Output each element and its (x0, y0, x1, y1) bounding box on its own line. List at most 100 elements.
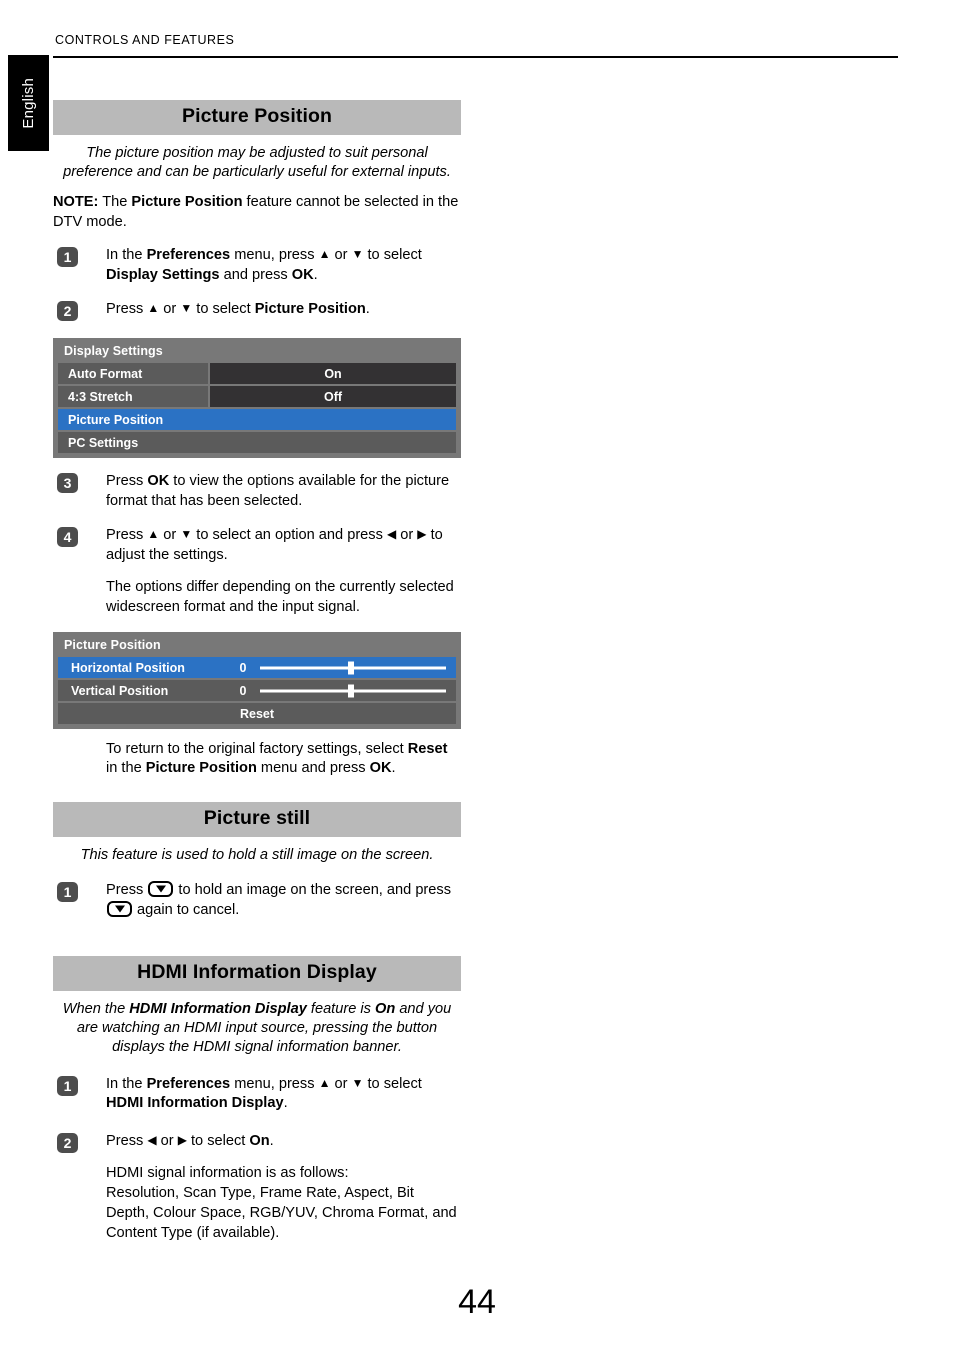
osd-row-reset[interactable]: Reset (58, 703, 456, 725)
running-header: CONTROLS AND FEATURES (55, 33, 235, 47)
slider-knob[interactable] (348, 684, 354, 698)
step-text: Press ▲ or ▼ to select an option and pre… (106, 526, 461, 566)
closing-bold: Reset (407, 741, 448, 758)
slider-label: Horizontal Position (71, 660, 185, 675)
slider-track[interactable] (256, 680, 446, 701)
closing-paragraph-picture-position: To return to the original factory settin… (106, 740, 461, 779)
step-text: Press ◀ or ▶ to select On. (106, 1132, 461, 1152)
step-4-picture-position: 4 Press ▲ or ▼ to select an option and p… (53, 526, 461, 618)
closing-fragment: . (391, 760, 396, 777)
intro-fragment: When the (62, 1001, 130, 1018)
down-arrow-icon: ▼ (180, 527, 193, 542)
step-fragment: . (283, 1095, 288, 1112)
osd-row-4-3-stretch[interactable]: 4:3 Stretch Off (58, 386, 456, 408)
osd-row-pc-settings[interactable]: PC Settings (58, 432, 456, 454)
section-heading-picture-still: Picture still (53, 801, 461, 837)
step-fragment: In the (106, 247, 147, 264)
step-4-note: The options differ depending on the curr… (106, 579, 454, 616)
step-text: Press ▲ or ▼ to select Picture Position. (106, 300, 461, 320)
note-picture-position: NOTE: The Picture Position feature canno… (53, 193, 461, 232)
slider-knob[interactable] (348, 661, 354, 675)
step-fragment: to select (363, 247, 422, 264)
step-fragment: or (159, 301, 181, 318)
osd-slider-horizontal-position[interactable]: Horizontal Position 0 (58, 657, 456, 679)
step-bold: Preferences (146, 1075, 231, 1092)
step-bold: Picture Position (254, 301, 366, 318)
step-fragment: and press (219, 267, 292, 284)
up-arrow-icon: ▲ (318, 247, 331, 262)
intro-bold: HDMI Information Display (129, 1001, 307, 1018)
hdmi-signal-info-intro: HDMI signal information is as follows: (106, 1165, 349, 1182)
down-arrow-icon: ▼ (351, 247, 364, 262)
step-1-picture-still: 1 Press to hold an image on the screen, … (53, 880, 461, 921)
osd-row-value: On (210, 363, 456, 385)
down-arrow-key-icon (107, 900, 132, 917)
page-number: 44 (458, 1283, 496, 1321)
step-2-picture-position: 2 Press ▲ or ▼ to select Picture Positio… (53, 300, 461, 324)
step-badge: 1 (57, 1075, 78, 1096)
step-fragment: to select (192, 301, 255, 318)
up-arrow-icon: ▲ (147, 527, 160, 542)
step-text: Press OK to view the options available f… (106, 472, 461, 512)
right-arrow-icon: ▶ (177, 1133, 187, 1148)
closing-fragment: menu and press (256, 760, 370, 777)
osd-row-auto-format[interactable]: Auto Format On (58, 363, 456, 385)
step-fragment: or (156, 1133, 178, 1150)
slider-value: 0 (239, 683, 247, 698)
step-badge: 3 (57, 473, 78, 494)
section-intro-hdmi-information-display: When the HDMI Information Display featur… (54, 1000, 460, 1056)
down-arrow-icon: ▼ (180, 301, 193, 316)
osd-row-label: Auto Format (58, 363, 208, 385)
step-fragment: . (313, 267, 318, 284)
step-badge: 2 (57, 1133, 78, 1154)
step-fragment: . (269, 1133, 274, 1150)
closing-bold: OK (369, 760, 392, 777)
slider-track[interactable] (256, 657, 446, 678)
osd-display-settings: Display Settings Auto Format On 4:3 Stre… (53, 338, 461, 459)
step-fragment: again to cancel. (133, 901, 240, 918)
osd-title: Display Settings (64, 344, 163, 359)
step-fragment: In the (106, 1075, 147, 1092)
language-tab: English (8, 55, 49, 151)
closing-fragment: To return to the original factory settin… (106, 741, 408, 758)
step-fragment: to select (186, 1133, 250, 1150)
closing-bold: Picture Position (145, 760, 257, 777)
slider-label: Vertical Position (71, 683, 169, 698)
right-arrow-icon: ▶ (417, 527, 427, 542)
step-badge: 1 (57, 247, 78, 268)
osd-row-label: Picture Position (58, 409, 456, 431)
left-arrow-icon: ◀ (147, 1133, 157, 1148)
note-label: NOTE: (53, 194, 99, 211)
osd-title: Picture Position (64, 638, 161, 653)
step-bold: OK (291, 267, 314, 284)
step-fragment: or (396, 527, 418, 544)
content-column: Picture Position The picture position ma… (53, 100, 461, 1244)
osd-row-label: PC Settings (58, 432, 456, 454)
step-fragment: Press (106, 473, 148, 490)
step-bold: OK (147, 473, 170, 490)
step-fragment: . (365, 301, 370, 318)
osd-slider-vertical-position[interactable]: Vertical Position 0 (58, 680, 456, 702)
osd-picture-position: Picture Position Horizontal Position 0 V… (53, 632, 461, 730)
osd-row-picture-position[interactable]: Picture Position (58, 409, 456, 431)
step-3-picture-position: 3 Press OK to view the options available… (53, 472, 461, 512)
step-fragment: Press (106, 527, 148, 544)
note-bold-term: Picture Position (131, 194, 243, 211)
hdmi-signal-info-list: Resolution, Scan Type, Frame Rate, Aspec… (106, 1185, 457, 1242)
step-fragment: or (330, 1075, 352, 1092)
section-intro-picture-still: This feature is used to hold a still ima… (80, 846, 434, 863)
section-heading-picture-position: Picture Position (53, 100, 461, 135)
step-bold: On (249, 1133, 270, 1150)
slider-value: 0 (239, 660, 247, 675)
step-badge: 4 (57, 527, 78, 548)
step-fragment: Press (106, 301, 148, 318)
language-tab-label: English (20, 77, 37, 129)
step-badge: 2 (57, 301, 78, 322)
closing-fragment: in the (106, 760, 146, 777)
step-fragment: Press (106, 881, 148, 898)
osd-row-label: 4:3 Stretch (58, 386, 208, 408)
step-fragment: or (330, 247, 352, 264)
intro-bold: On (374, 1001, 396, 1018)
step-text: In the Preferences menu, press ▲ or ▼ to… (106, 1075, 461, 1115)
step-1-picture-position: 1 In the Preferences menu, press ▲ or ▼ … (53, 246, 461, 286)
